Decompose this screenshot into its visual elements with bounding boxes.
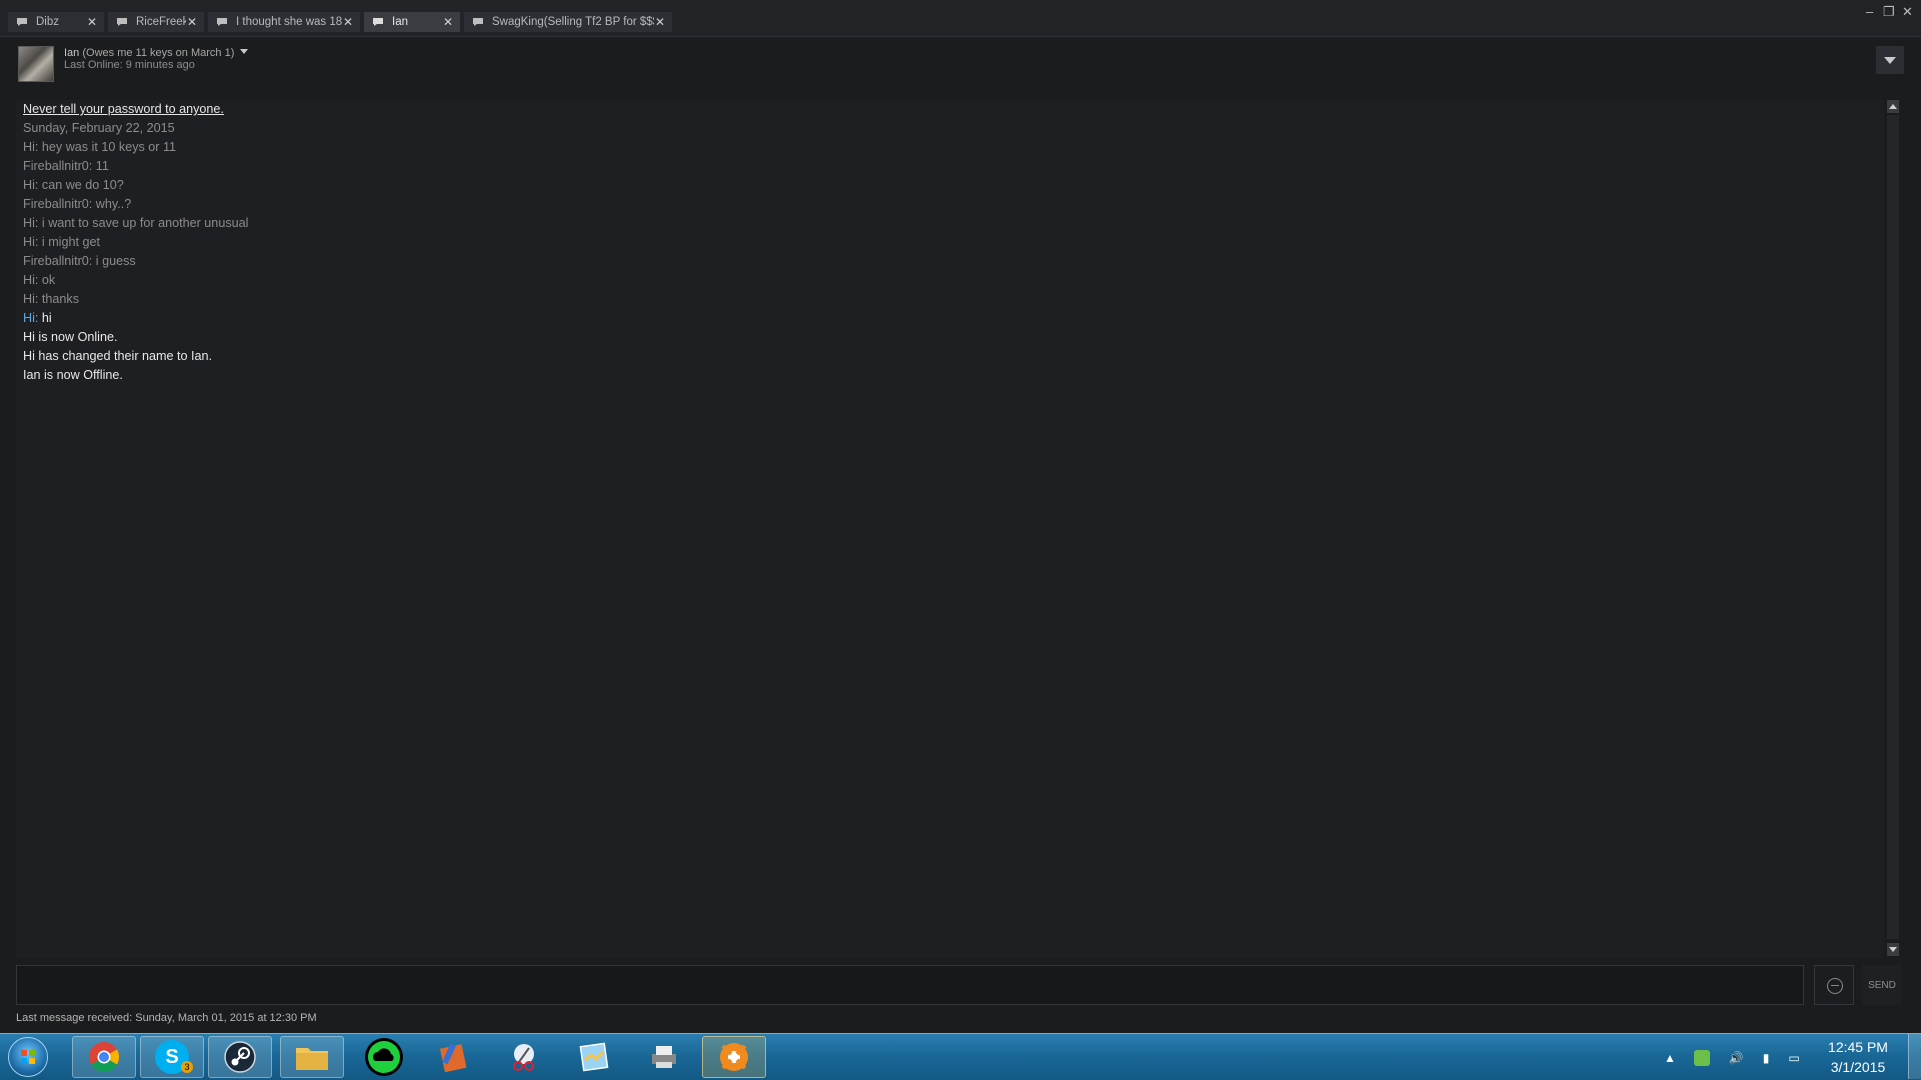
minimize-icon[interactable]: – — [1866, 4, 1873, 19]
avatar[interactable] — [18, 46, 54, 82]
chat-message: Hi: i might get — [23, 235, 100, 249]
status-event: Hi is now Online. — [23, 330, 118, 344]
message-text: hi — [38, 311, 52, 325]
chevron-up-icon[interactable]: ▲ — [1662, 1050, 1678, 1066]
chat-message: Hi: ok — [23, 273, 56, 287]
chat-menu-button[interactable] — [1876, 46, 1904, 74]
emoticon-button[interactable] — [1814, 965, 1854, 1005]
taskbar-printer-app[interactable] — [632, 1036, 696, 1078]
tab-ricefreek[interactable]: RiceFreek ✕ — [108, 12, 204, 32]
chat-message: Fireballnitr0: why..? — [23, 197, 132, 211]
chat-message: Hi: i want to save up for another unusua… — [23, 216, 249, 230]
chat-log: Never tell your password to anyone. Sund… — [16, 100, 1884, 958]
scroll-track[interactable] — [1887, 115, 1899, 939]
paint-icon — [439, 1043, 467, 1073]
scroll-down-icon[interactable] — [1887, 943, 1899, 956]
chat-lines: Never tell your password to anyone. Sund… — [23, 100, 248, 385]
tab-ian[interactable]: Ian ✕ — [364, 12, 460, 32]
status-event: Hi has changed their name to Ian. — [23, 349, 213, 363]
password-warning-link[interactable]: Never tell your password to anyone. — [23, 100, 248, 119]
cloud-icon — [365, 1038, 403, 1076]
taskbar-chrome[interactable] — [72, 1036, 136, 1078]
scissors-icon — [513, 1044, 534, 1071]
emoticon-icon — [1827, 978, 1843, 994]
friend-status: Last Online: 9 minutes ago — [64, 59, 195, 71]
taskbar-cloud-app[interactable] — [352, 1036, 416, 1078]
chat-message: Hi: thanks — [23, 292, 79, 306]
chat-bubble-icon — [217, 18, 227, 26]
message-sender: Hi — [23, 311, 35, 325]
system-clock[interactable]: 12:45 PM 3/1/2015 — [1818, 1037, 1898, 1077]
chat-message: Fireballnitr0: i guess — [23, 254, 136, 268]
chat-bubble-icon — [473, 18, 483, 26]
show-desktop-button[interactable] — [1908, 1034, 1921, 1079]
printer-icon — [652, 1046, 676, 1068]
tab-strip: Dibz ✕ RiceFreek ✕ I thought she was 18.… — [0, 0, 1921, 37]
tab-label: Ian — [392, 16, 408, 28]
clock-time: 12:45 PM — [1828, 1039, 1888, 1055]
tab-label: SwagKing(Selling Tf2 BP for $$$) — [492, 16, 654, 28]
speaker-icon[interactable]: 🔊 — [1728, 1050, 1744, 1066]
taskbar-skype[interactable]: S 3 — [140, 1036, 204, 1078]
start-button[interactable] — [8, 1037, 48, 1077]
close-icon[interactable]: ✕ — [442, 15, 454, 29]
folder-icon — [296, 1048, 328, 1070]
taskbar-steam[interactable] — [208, 1036, 272, 1078]
chat-message-recent: Hi: hi — [23, 309, 248, 328]
chat-message: Fireballnitr0: 11 — [23, 159, 109, 173]
chat-bubble-icon — [117, 18, 127, 26]
steam-icon — [224, 1041, 256, 1073]
close-window-icon[interactable]: ✕ — [1902, 4, 1913, 20]
tab-label: Dibz — [36, 16, 60, 28]
last-message-info: Last message received: Sunday, March 01,… — [16, 1012, 317, 1024]
close-icon[interactable]: ✕ — [654, 15, 666, 29]
close-icon[interactable]: ✕ — [342, 15, 354, 29]
status-event: Ian is now Offline. — [23, 368, 123, 382]
taskbar-maps-app[interactable] — [562, 1036, 626, 1078]
tab-i-thought-she-was-18[interactable]: I thought she was 18... ✕ — [208, 12, 360, 32]
friend-nickname: (Owes me 11 keys on March 1) — [82, 47, 235, 59]
close-icon[interactable]: ✕ — [186, 15, 198, 29]
send-button[interactable]: SEND — [1862, 965, 1902, 1005]
restore-icon[interactable]: ❐ — [1883, 4, 1895, 20]
skype-badge: 3 — [181, 1061, 193, 1073]
message-input[interactable] — [16, 965, 1804, 1005]
taskbar-paint-app[interactable] — [422, 1036, 486, 1078]
taskbar-file-explorer[interactable] — [280, 1036, 344, 1078]
chevron-down-icon[interactable] — [240, 49, 248, 54]
windows-logo-icon — [21, 1050, 35, 1064]
chat-bubble-icon — [17, 18, 27, 26]
chat-message: Hi: hey was it 10 keys or 11 — [23, 140, 177, 154]
taskbar: S 3 — [0, 1033, 1921, 1080]
network-icon[interactable]: ▮ — [1758, 1050, 1774, 1066]
taskbar-avast[interactable] — [702, 1036, 766, 1078]
map-icon — [579, 1042, 609, 1072]
tab-swagking[interactable]: SwagKing(Selling Tf2 BP for $$$) ✕ — [464, 12, 672, 32]
chrome-icon — [89, 1042, 120, 1073]
tray-app-icon[interactable] — [1694, 1050, 1710, 1066]
chat-bubble-icon — [373, 18, 383, 26]
clock-date: 3/1/2015 — [1830, 1059, 1886, 1075]
close-icon[interactable]: ✕ — [86, 15, 98, 29]
chat-message: Hi: can we do 10? — [23, 178, 124, 192]
battery-icon[interactable]: ▭ — [1786, 1050, 1802, 1066]
date-divider: Sunday, February 22, 2015 — [23, 121, 175, 135]
tab-label: RiceFreek — [136, 16, 186, 28]
friend-name[interactable]: Ian (Owes me 11 keys on March 1) — [64, 47, 234, 59]
chat-scrollbar[interactable] — [1886, 100, 1900, 956]
avast-icon — [720, 1043, 748, 1071]
taskbar-snipping-tool[interactable] — [492, 1036, 556, 1078]
scroll-up-icon[interactable] — [1887, 100, 1899, 113]
tab-dibz[interactable]: Dibz ✕ — [8, 12, 104, 32]
friend-persona: Ian — [64, 47, 80, 59]
tab-label: I thought she was 18... — [236, 16, 342, 28]
